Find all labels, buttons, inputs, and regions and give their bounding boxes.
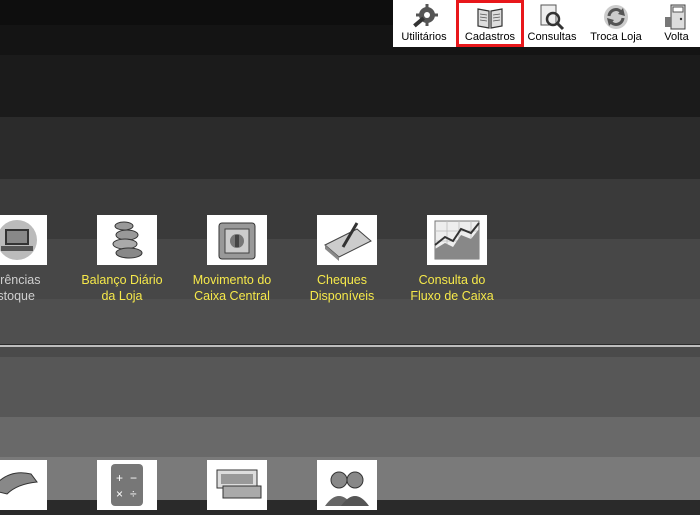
tile-icon-box <box>317 215 377 265</box>
tile-label: Movimento do Caixa Central <box>192 273 272 303</box>
transfer-computer-icon <box>0 220 37 260</box>
toolbar-button-consultas[interactable]: Consultas <box>524 0 580 47</box>
toolbar-button-cadastros[interactable]: Cadastros <box>456 0 524 47</box>
tile-icon-box <box>97 215 157 265</box>
bank-vault-icon <box>218 222 256 260</box>
background-band <box>0 417 700 457</box>
toolbar-label: Utilitários <box>401 31 447 43</box>
svg-text:÷: ÷ <box>130 487 137 501</box>
book-icon <box>477 8 503 29</box>
background-band <box>0 55 700 117</box>
tile-icon-box <box>0 460 47 510</box>
users-icon <box>325 471 369 506</box>
refresh-icon <box>604 5 628 29</box>
tile-label: sferências Estoque <box>0 273 41 303</box>
coins-icon <box>112 221 143 259</box>
toolbar-button-troca-loja[interactable]: Troca Loja <box>583 0 649 47</box>
checkbook-icon <box>324 222 372 261</box>
background-band <box>0 347 700 357</box>
svg-text:+: + <box>116 471 123 485</box>
banknote-icon <box>216 469 262 499</box>
tile-icon-box: + − × ÷ <box>97 460 157 510</box>
background-band <box>0 357 700 417</box>
toolbar-label: Volta <box>664 31 689 43</box>
main-toolbar: Utilitários Cadastros Consultas Troca Lo… <box>393 0 700 47</box>
cashflow-chart-icon <box>434 220 480 260</box>
gear-icon <box>413 4 438 28</box>
exit-door-icon <box>664 4 685 30</box>
svg-text:×: × <box>116 487 123 501</box>
tile-icon-box <box>427 215 487 265</box>
tile-label: Consulta do Fluxo de Caixa <box>410 273 494 303</box>
toolbar-label: Troca Loja <box>590 31 642 43</box>
calculator-icon: + − × ÷ <box>111 464 143 506</box>
tile-label: Balanço Diário da Loja <box>81 273 163 303</box>
toolbar-button-utilitarios[interactable]: Utilitários <box>393 0 455 47</box>
search-document-icon <box>540 4 565 31</box>
toolbar-button-volta[interactable]: Volta <box>653 0 700 47</box>
tile-icon-box <box>0 215 47 265</box>
tile-icon-box <box>207 460 267 510</box>
toolbar-label: Consultas <box>527 31 577 43</box>
svg-text:−: − <box>130 471 137 485</box>
toolbar-label: Cadastros <box>464 31 516 43</box>
hand-icon <box>0 472 38 495</box>
tile-label: Cheques Disponíveis <box>309 273 375 303</box>
tile-icon-box <box>317 460 377 510</box>
tile-icon-box <box>207 215 267 265</box>
background-band <box>0 299 700 344</box>
background-band <box>0 117 700 179</box>
